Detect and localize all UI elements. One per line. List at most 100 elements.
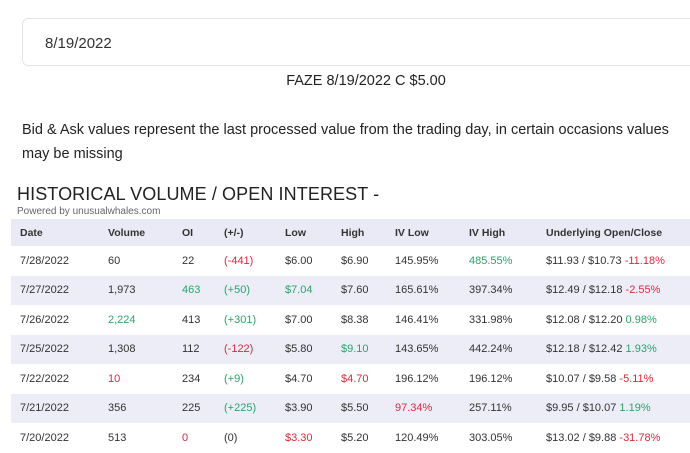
cell-underlying: $9.95 / $10.07 1.19%: [546, 402, 651, 414]
table-row: 7/26/2022 2,224 413 (+301) $7.00 $8.38 1…: [11, 305, 690, 335]
cell-high: $9.10: [341, 343, 369, 356]
cell-iv-high: 331.98%: [469, 313, 513, 326]
underlying-change: -5.11%: [619, 372, 654, 385]
data-note-line1: Bid & Ask values represent the last proc…: [22, 122, 669, 138]
cell-oi: 22: [182, 254, 195, 267]
cell-underlying: $10.07 / $9.58 -5.11%: [546, 373, 653, 385]
table-row: 7/21/2022 356 225 (+225) $3.90 $5.50 97.…: [11, 393, 690, 423]
date-select[interactable]: 8/19/2022: [22, 18, 690, 66]
cell-underlying: $12.18 / $12.42 1.93%: [546, 343, 657, 355]
cell-iv-low: 145.95%: [395, 254, 439, 267]
cell-oi: 463: [182, 284, 201, 297]
table-row: 7/27/2022 1,973 463 (+50) $7.04 $7.60 16…: [11, 275, 690, 305]
cell-oi: 234: [182, 372, 201, 385]
cell-iv-high: 196.12%: [469, 372, 513, 385]
col-iv-low[interactable]: IV Low: [395, 227, 429, 239]
cell-change: (+301): [224, 313, 257, 326]
col-change[interactable]: (+/-): [224, 227, 244, 239]
col-volume[interactable]: Volume: [108, 227, 145, 239]
cell-underlying: $12.49 / $12.18 -2.55%: [546, 284, 660, 296]
table-row: 7/22/2022 10 234 (+9) $4.70 $4.70 196.12…: [11, 364, 690, 394]
underlying-open-close: $9.95 / $10.07: [546, 402, 617, 415]
cell-volume: 1,308: [108, 343, 136, 356]
cell-oi: 0: [182, 431, 189, 444]
col-oi[interactable]: OI: [182, 227, 193, 239]
cell-low: $7.04: [285, 284, 313, 297]
cell-volume: 10: [108, 372, 121, 385]
cell-volume: 1,973: [108, 284, 136, 297]
table-row: 7/25/2022 1,308 112 (-122) $5.80 $9.10 1…: [11, 334, 690, 364]
powered-by: Powered by unusualwhales.com: [17, 206, 161, 217]
history-table: Date Volume OI (+/-) Low High IV Low IV …: [11, 219, 690, 453]
cell-underlying: $12.08 / $12.20 0.98%: [546, 314, 657, 326]
col-date[interactable]: Date: [20, 227, 43, 239]
cell-iv-high: 397.34%: [469, 284, 513, 297]
underlying-change: 0.98%: [625, 313, 657, 326]
cell-iv-low: 97.34%: [395, 402, 433, 415]
cell-change: (+9): [224, 372, 244, 385]
cell-high: $4.70: [341, 372, 369, 385]
cell-low: $5.80: [285, 343, 313, 356]
data-note: Bid & Ask values represent the last proc…: [22, 118, 690, 166]
cell-date: 7/21/2022: [20, 402, 69, 415]
history-title: HISTORICAL VOLUME / OPEN INTEREST -: [17, 184, 380, 204]
date-select-value: 8/19/2022: [45, 35, 112, 52]
cell-change: (-441): [224, 254, 254, 267]
cell-iv-low: 165.61%: [395, 284, 439, 297]
table-row: 7/28/2022 60 22 (-441) $6.00 $6.90 145.9…: [11, 246, 690, 276]
underlying-open-close: $12.49 / $12.18: [546, 284, 623, 297]
underlying-open-close: $12.18 / $12.42: [546, 343, 623, 356]
cell-date: 7/27/2022: [20, 284, 69, 297]
cell-date: 7/26/2022: [20, 313, 69, 326]
cell-iv-low: 120.49%: [395, 431, 439, 444]
cell-volume: 356: [108, 402, 127, 415]
cell-volume: 60: [108, 254, 121, 267]
cell-change: (+225): [224, 402, 257, 415]
underlying-change: 1.19%: [619, 402, 651, 415]
cell-high: $7.60: [341, 284, 369, 297]
cell-iv-high: 485.55%: [469, 254, 513, 267]
cell-iv-high: 303.05%: [469, 431, 513, 444]
col-underlying[interactable]: Underlying Open/Close: [546, 227, 662, 239]
cell-volume: 2,224: [108, 313, 136, 326]
cell-date: 7/28/2022: [20, 254, 69, 267]
cell-iv-low: 146.41%: [395, 313, 439, 326]
contract-title: FAZE 8/19/2022 C $5.00: [286, 73, 446, 89]
cell-high: $8.38: [341, 313, 369, 326]
underlying-open-close: $10.07 / $9.58: [546, 372, 617, 385]
cell-date: 7/22/2022: [20, 372, 69, 385]
cell-change: (+50): [224, 284, 250, 297]
col-high[interactable]: High: [341, 227, 364, 239]
underlying-open-close: $12.08 / $12.20: [546, 313, 623, 326]
cell-oi: 112: [182, 343, 200, 356]
cell-change: (0): [224, 431, 238, 444]
cell-oi: 225: [182, 402, 201, 415]
cell-iv-low: 143.65%: [395, 343, 439, 356]
cell-iv-low: 196.12%: [395, 372, 439, 385]
cell-low: $6.00: [285, 254, 313, 267]
table-header: Date Volume OI (+/-) Low High IV Low IV …: [11, 219, 690, 246]
col-low[interactable]: Low: [285, 227, 306, 239]
underlying-open-close: $11.93 / $10.73: [546, 254, 622, 267]
cell-oi: 413: [182, 313, 201, 326]
cell-change: (-122): [224, 343, 254, 356]
cell-high: $5.50: [341, 402, 369, 415]
cell-low: $3.30: [285, 431, 313, 444]
cell-date: 7/20/2022: [20, 431, 69, 444]
cell-high: $6.90: [341, 254, 369, 267]
underlying-change: -11.18%: [624, 254, 665, 267]
cell-date: 7/25/2022: [20, 343, 69, 356]
underlying-open-close: $13.02 / $9.88: [546, 431, 617, 444]
cell-low: $7.00: [285, 313, 313, 326]
col-iv-high[interactable]: IV High: [469, 227, 505, 239]
underlying-change: -31.78%: [619, 431, 661, 444]
cell-low: $4.70: [285, 372, 313, 385]
data-note-line2: may be missing: [22, 146, 123, 162]
cell-iv-high: 257.11%: [469, 402, 512, 415]
underlying-change: 1.93%: [625, 343, 657, 356]
cell-low: $3.90: [285, 402, 313, 415]
cell-iv-high: 442.24%: [469, 343, 513, 356]
cell-underlying: $11.93 / $10.73 -11.18%: [546, 255, 665, 267]
cell-volume: 513: [108, 431, 127, 444]
underlying-change: -2.55%: [625, 284, 661, 297]
